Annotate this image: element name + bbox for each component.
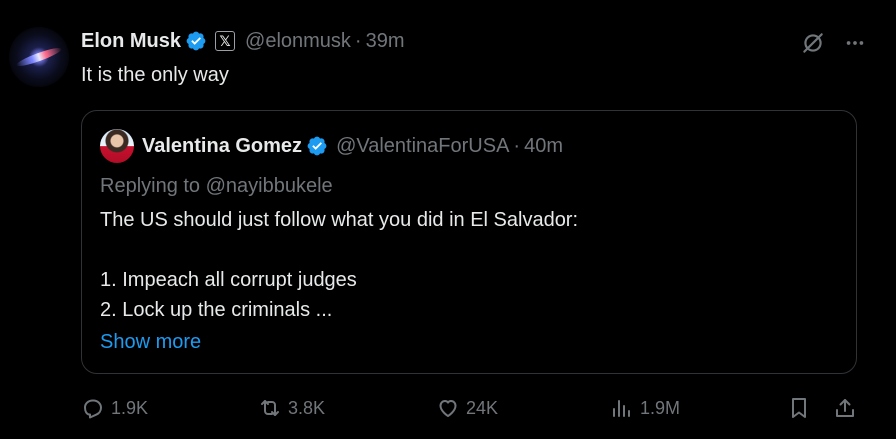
author-avatar[interactable] [9, 27, 69, 87]
replying-to: Replying to @nayibbukele [100, 175, 333, 197]
share-icon [836, 399, 854, 417]
repost-icon [261, 400, 279, 416]
tweet[interactable]: Elon Musk 𝕏 @elonmusk · 39m It is the on… [0, 0, 896, 439]
author-handle[interactable]: @elonmusk [245, 30, 351, 53]
tweet-header: Elon Musk 𝕏 @elonmusk · 39m [81, 28, 405, 54]
author-name[interactable]: Elon Musk [81, 30, 181, 53]
quote-author-name[interactable]: Valentina Gomez [142, 135, 302, 158]
like-icon [439, 400, 457, 417]
verified-badge-icon [307, 136, 327, 156]
bookmark-icon [792, 398, 806, 418]
quoted-tweet[interactable]: Valentina Gomez @ValentinaForUSA · 40m R… [81, 110, 857, 374]
separator-dot: · [354, 29, 362, 52]
quote-text-line: 1. Impeach all corrupt judges [100, 269, 357, 291]
quote-author-avatar[interactable] [100, 129, 134, 163]
quote-text-line: The US should just follow what you did i… [100, 209, 579, 231]
quote-author-handle[interactable]: @ValentinaForUSA [336, 135, 509, 158]
repost-button[interactable]: 3.8K [258, 396, 325, 420]
quote-time[interactable]: 40m [524, 135, 563, 158]
reply-button[interactable]: 1.9K [81, 396, 148, 420]
grok-icon[interactable] [800, 30, 826, 56]
views-button[interactable]: 1.9M [610, 396, 680, 420]
quote-header: Valentina Gomez @ValentinaForUSA · 40m [100, 129, 563, 163]
like-button[interactable]: 24K [436, 396, 498, 420]
repost-count: 3.8K [288, 397, 326, 418]
tweet-text: It is the only way [81, 64, 229, 86]
bookmark-button[interactable] [787, 396, 811, 425]
more-icon[interactable] [844, 32, 866, 54]
tweet-time[interactable]: 39m [366, 30, 405, 53]
separator-dot: · [513, 134, 521, 157]
verified-badge-icon [186, 31, 206, 51]
views-icon [613, 400, 630, 417]
x-affiliation-badge[interactable]: 𝕏 [215, 31, 236, 51]
view-count: 1.9M [640, 397, 681, 418]
top-actions [800, 30, 866, 56]
reply-icon [84, 399, 102, 419]
like-count: 24K [466, 397, 499, 418]
share-button[interactable] [833, 396, 857, 425]
reply-count: 1.9K [111, 397, 149, 418]
show-more-link[interactable]: Show more [100, 331, 201, 354]
action-bar: 1.9K 3.8K 24K 1.9M [0, 396, 896, 426]
quote-text-line: 2. Lock up the criminals ... [100, 299, 333, 321]
